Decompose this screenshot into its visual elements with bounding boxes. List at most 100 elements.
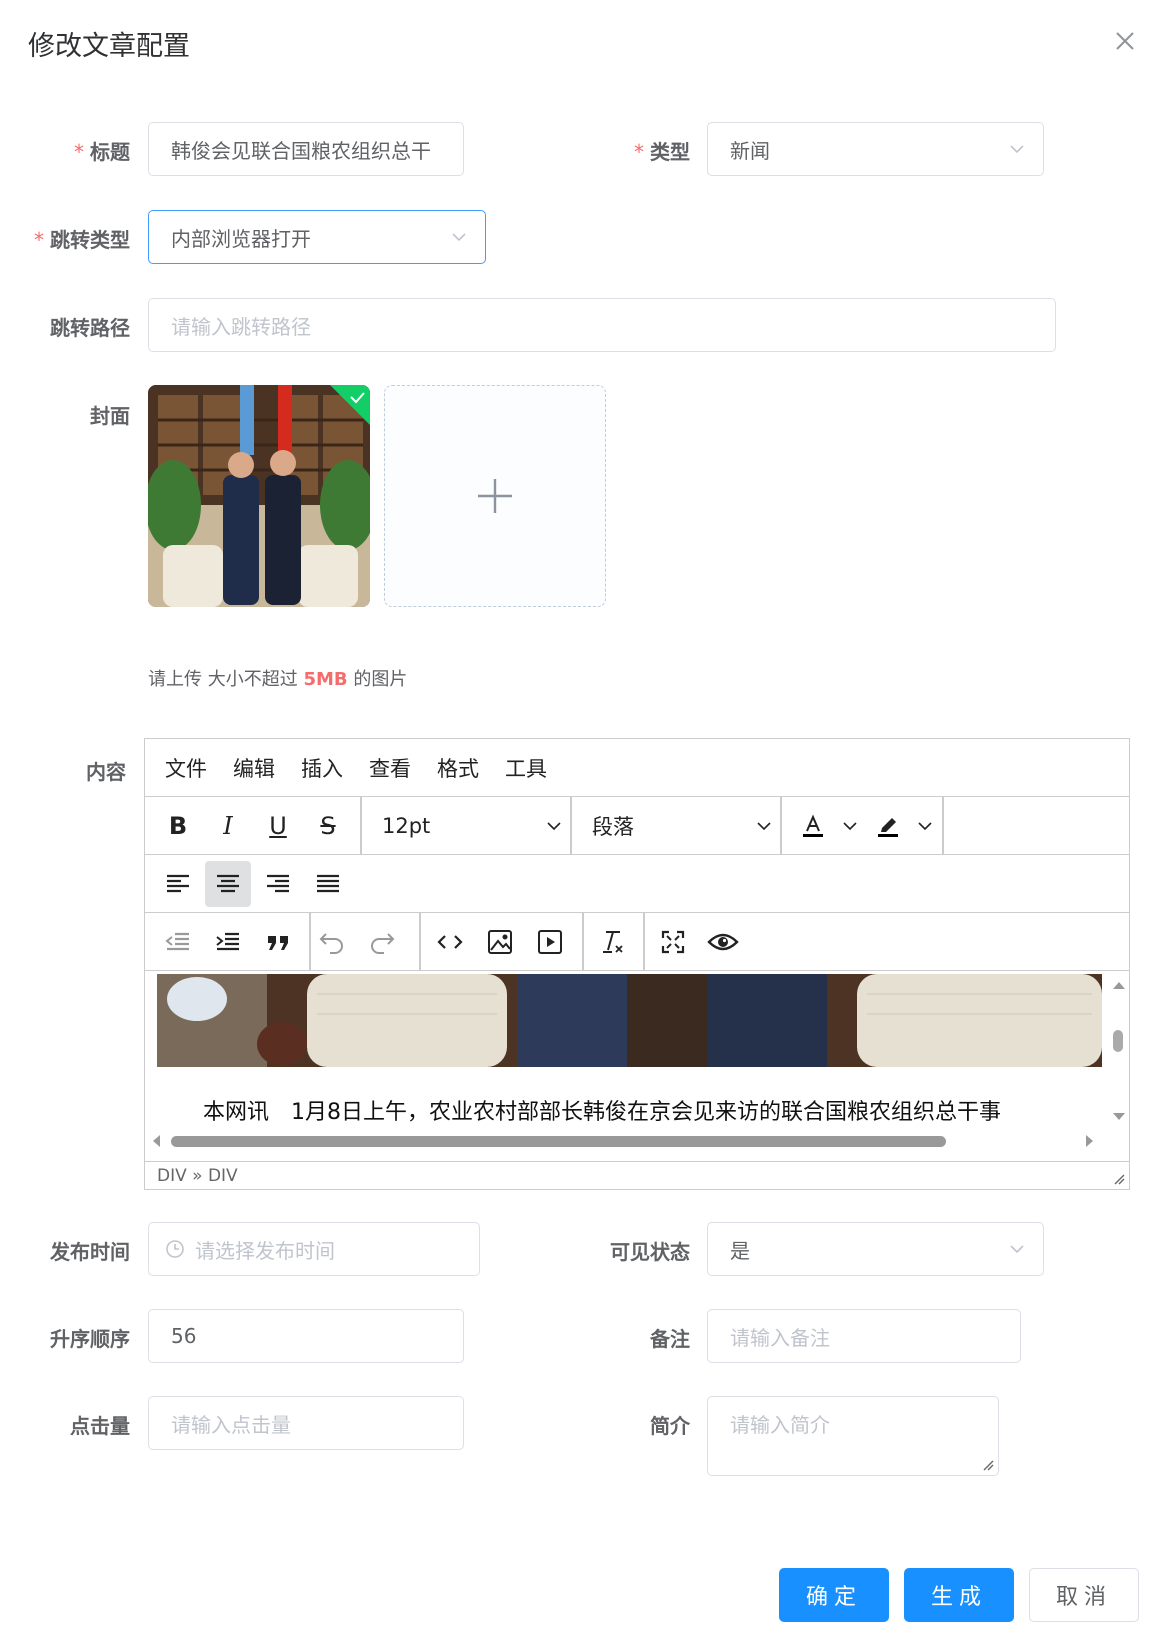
content-label: 内容: [86, 760, 126, 784]
publish-time-picker[interactable]: 请选择发布时间: [148, 1222, 480, 1276]
scroll-up-icon[interactable]: [1113, 980, 1125, 990]
upload-add-button[interactable]: [384, 385, 606, 607]
menu-edit[interactable]: 编辑: [233, 753, 275, 783]
intro-textarea[interactable]: 请输入简介: [707, 1396, 999, 1476]
menu-tools[interactable]: 工具: [505, 753, 547, 783]
align-center-button[interactable]: [205, 861, 251, 907]
vertical-scroll-thumb[interactable]: [1113, 1030, 1123, 1052]
horizontal-scroll-thumb[interactable]: [171, 1136, 946, 1147]
outdent-button[interactable]: [155, 919, 201, 965]
intro-label: 简介: [650, 1414, 690, 1438]
menu-insert[interactable]: 插入: [301, 753, 343, 783]
media-icon: [538, 930, 562, 954]
undo-icon: [319, 933, 343, 954]
rich-text-editor[interactable]: 文件 编辑 插入 查看 格式 工具 B I U S 12pt 段落 本网讯 1月…: [144, 738, 1130, 1190]
article-image: [157, 974, 1102, 1067]
align-left-icon: [167, 874, 189, 893]
jump-path-label: 跳转路径: [50, 316, 130, 340]
indent-button[interactable]: [205, 919, 251, 965]
cover-image[interactable]: [148, 385, 370, 607]
redo-icon: [371, 933, 395, 954]
clicks-input[interactable]: 请输入点击量: [148, 1396, 464, 1450]
remark-label: 备注: [650, 1327, 690, 1351]
code-icon: [437, 935, 463, 949]
element-path: DIV » DIV: [157, 1165, 238, 1186]
menu-view[interactable]: 查看: [369, 753, 411, 783]
clicks-label: 点击量: [70, 1414, 130, 1438]
blockquote-button[interactable]: [255, 919, 301, 965]
clock-icon: [166, 1240, 184, 1258]
chevron-down-icon[interactable]: [917, 819, 933, 833]
dialog-title: 修改文章配置: [28, 31, 190, 62]
clear-format-icon: [603, 931, 623, 953]
jump-type-select[interactable]: 内部浏览器打开: [148, 210, 486, 264]
align-justify-icon: [317, 874, 339, 893]
editor-body-text: 本网讯 1月8日上午，农业农村部部长韩俊在京会见来访的联合国粮农组织总干事: [203, 1100, 1001, 1125]
menu-format[interactable]: 格式: [437, 753, 479, 783]
jump-type-label: * 跳转类型: [34, 228, 130, 252]
font-size-select[interactable]: 12pt: [382, 797, 562, 855]
editor-statusbar: DIV » DIV: [145, 1161, 1129, 1189]
visible-label: 可见状态: [610, 1240, 690, 1264]
align-left-button[interactable]: [155, 861, 201, 907]
align-justify-button[interactable]: [305, 861, 351, 907]
upload-hint: 请上传 大小不超过 5MB 的图片: [148, 669, 408, 690]
italic-button[interactable]: I: [205, 803, 251, 849]
undo-button[interactable]: [309, 919, 355, 965]
plus-icon: [478, 479, 512, 513]
fullscreen-button[interactable]: [650, 919, 696, 965]
close-icon[interactable]: [1112, 28, 1138, 54]
bold-button[interactable]: B: [155, 803, 201, 849]
preview-button[interactable]: [700, 919, 746, 965]
editor-toolbar-row-2: [145, 855, 1129, 913]
title-input[interactable]: 韩俊会见联合国粮农组织总干: [148, 122, 464, 176]
generate-button[interactable]: 生成: [904, 1568, 1014, 1622]
highlighter-icon: [878, 818, 898, 837]
type-select[interactable]: 新闻: [707, 122, 1044, 176]
text-color-button[interactable]: [790, 803, 836, 849]
horizontal-scrollbar[interactable]: [145, 1129, 1129, 1153]
fullscreen-icon: [661, 930, 685, 954]
strikethrough-button[interactable]: S: [305, 803, 351, 849]
editor-menubar: 文件 编辑 插入 查看 格式 工具: [145, 739, 1129, 797]
scroll-right-icon[interactable]: [1085, 1135, 1095, 1147]
editor-toolbar-row-1: B I U S 12pt 段落: [145, 797, 1129, 855]
insert-media-button[interactable]: [527, 919, 573, 965]
chevron-down-icon[interactable]: [842, 819, 858, 833]
chevron-down-icon: [757, 822, 771, 831]
underline-button[interactable]: U: [255, 803, 301, 849]
chevron-down-icon: [547, 822, 561, 831]
highlight-color-button[interactable]: [865, 803, 911, 849]
outdent-icon: [165, 932, 189, 951]
block-format-select[interactable]: 段落: [592, 797, 772, 855]
align-center-icon: [217, 874, 239, 893]
chevron-down-icon: [1010, 145, 1024, 154]
insert-image-button[interactable]: [477, 919, 523, 965]
type-label: * 类型: [634, 140, 690, 164]
visible-select[interactable]: 是: [707, 1222, 1044, 1276]
text-color-icon: [803, 814, 823, 837]
scroll-left-icon[interactable]: [151, 1135, 161, 1147]
menu-file[interactable]: 文件: [165, 753, 207, 783]
sort-label: 升序顺序: [50, 1327, 130, 1351]
vertical-scrollbar[interactable]: [1109, 974, 1129, 1124]
remark-input[interactable]: 请输入备注: [707, 1309, 1021, 1363]
publish-time-label: 发布时间: [50, 1240, 130, 1264]
resize-handle-icon[interactable]: [1113, 1173, 1125, 1185]
clear-format-button[interactable]: [589, 919, 635, 965]
cancel-button[interactable]: 取消: [1029, 1568, 1139, 1622]
chevron-down-icon: [1010, 1245, 1024, 1254]
jump-path-input[interactable]: 请输入跳转路径: [148, 298, 1056, 352]
eye-icon: [707, 933, 739, 951]
scroll-down-icon[interactable]: [1113, 1112, 1125, 1122]
code-button[interactable]: [427, 919, 473, 965]
sort-input[interactable]: 56: [148, 1309, 464, 1363]
align-right-button[interactable]: [255, 861, 301, 907]
confirm-button[interactable]: 确定: [779, 1568, 889, 1622]
redo-button[interactable]: [359, 919, 405, 965]
quote-icon: [268, 936, 288, 950]
editor-toolbar-row-3: [145, 913, 1129, 971]
editor-content[interactable]: 本网讯 1月8日上午，农业农村部部长韩俊在京会见来访的联合国粮农组织总干事: [145, 974, 1129, 1164]
title-label: * 标题: [74, 140, 130, 164]
resize-handle-icon[interactable]: [982, 1459, 994, 1471]
